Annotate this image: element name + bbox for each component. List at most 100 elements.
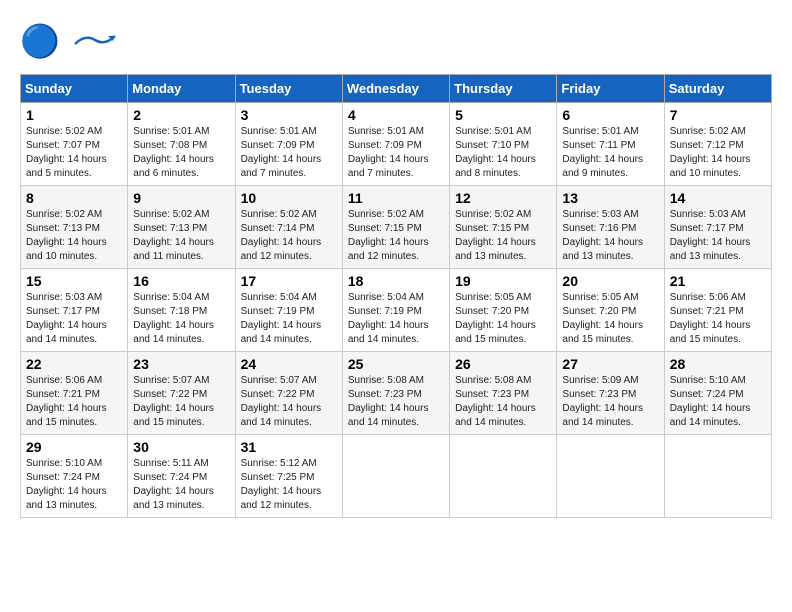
day-info: Sunrise: 5:01 AMSunset: 7:10 PMDaylight:…	[455, 125, 551, 181]
day-info: Sunrise: 5:06 AMSunset: 7:21 PMDaylight:…	[670, 291, 766, 347]
day-number: 29	[26, 439, 122, 455]
day-number: 19	[455, 273, 551, 289]
day-number: 30	[133, 439, 229, 455]
day-info: Sunrise: 5:05 AMSunset: 7:20 PMDaylight:…	[455, 291, 551, 347]
calendar-cell: 26Sunrise: 5:08 AMSunset: 7:23 PMDayligh…	[450, 352, 557, 435]
day-number: 11	[348, 190, 444, 206]
calendar-cell: 21 Sunrise: 5:06 AMSunset: 7:21 PMDayligh…	[664, 269, 771, 352]
day-info: Sunrise: 5:03 AMSunset: 7:17 PMDaylight:…	[670, 208, 766, 264]
calendar-cell: 17 Sunrise: 5:04 AMSunset: 7:19 PMDayligh…	[235, 269, 342, 352]
calendar-week-row: 15Sunrise: 5:03 AMSunset: 7:17 PMDayligh…	[21, 269, 772, 352]
day-number: 9	[133, 190, 229, 206]
page-container: 🔵 SundayMondayTuesdayWednesdayThursdayFr…	[20, 20, 772, 518]
day-number: 6	[562, 107, 658, 123]
day-number: 15	[26, 273, 122, 289]
calendar-week-row: 8 Sunrise: 5:02 AMSunset: 7:13 PMDaylight…	[21, 186, 772, 269]
day-number: 20	[562, 273, 658, 289]
day-number: 14	[670, 190, 766, 206]
calendar-cell: 9 Sunrise: 5:02 AMSunset: 7:13 PMDaylight…	[128, 186, 235, 269]
calendar-cell	[664, 435, 771, 518]
calendar-cell: 11 Sunrise: 5:02 AMSunset: 7:15 PMDayligh…	[342, 186, 449, 269]
day-number: 16	[133, 273, 229, 289]
day-info: Sunrise: 5:02 AMSunset: 7:14 PMDaylight:…	[241, 208, 337, 264]
day-number: 13	[562, 190, 658, 206]
calendar-cell: 23Sunrise: 5:07 AMSunset: 7:22 PMDayligh…	[128, 352, 235, 435]
day-info: Sunrise: 5:12 AMSunset: 7:25 PMDaylight:…	[241, 457, 337, 513]
day-info: Sunrise: 5:07 AMSunset: 7:22 PMDaylight:…	[241, 374, 337, 430]
weekday-header-thursday: Thursday	[450, 75, 557, 103]
weekday-header-monday: Monday	[128, 75, 235, 103]
day-number: 1	[26, 107, 122, 123]
day-number: 28	[670, 356, 766, 372]
day-number: 21	[670, 273, 766, 289]
weekday-header-tuesday: Tuesday	[235, 75, 342, 103]
calendar-cell: 15Sunrise: 5:03 AMSunset: 7:17 PMDayligh…	[21, 269, 128, 352]
calendar-week-row: 1 Sunrise: 5:02 AMSunset: 7:07 PMDaylight…	[21, 103, 772, 186]
calendar-cell: 28Sunrise: 5:10 AMSunset: 7:24 PMDayligh…	[664, 352, 771, 435]
day-number: 5	[455, 107, 551, 123]
calendar-cell: 6 Sunrise: 5:01 AMSunset: 7:11 PMDaylight…	[557, 103, 664, 186]
day-number: 3	[241, 107, 337, 123]
day-info: Sunrise: 5:04 AMSunset: 7:18 PMDaylight:…	[133, 291, 229, 347]
weekday-header-wednesday: Wednesday	[342, 75, 449, 103]
day-number: 24	[241, 356, 337, 372]
day-number: 27	[562, 356, 658, 372]
calendar-cell: 5 Sunrise: 5:01 AMSunset: 7:10 PMDaylight…	[450, 103, 557, 186]
calendar-cell: 31 Sunrise: 5:12 AMSunset: 7:25 PMDayligh…	[235, 435, 342, 518]
calendar-cell: 27 Sunrise: 5:09 AMSunset: 7:23 PMDayligh…	[557, 352, 664, 435]
logo-icon: 🔵	[20, 20, 64, 64]
calendar-cell: 22 Sunrise: 5:06 AMSunset: 7:21 PMDayligh…	[21, 352, 128, 435]
weekday-header-friday: Friday	[557, 75, 664, 103]
calendar-cell: 12Sunrise: 5:02 AMSunset: 7:15 PMDayligh…	[450, 186, 557, 269]
day-info: Sunrise: 5:08 AMSunset: 7:23 PMDaylight:…	[348, 374, 444, 430]
day-info: Sunrise: 5:04 AMSunset: 7:19 PMDaylight:…	[241, 291, 337, 347]
calendar-cell: 4 Sunrise: 5:01 AMSunset: 7:09 PMDaylight…	[342, 103, 449, 186]
day-info: Sunrise: 5:02 AMSunset: 7:13 PMDaylight:…	[26, 208, 122, 264]
calendar-cell: 19 Sunrise: 5:05 AMSunset: 7:20 PMDayligh…	[450, 269, 557, 352]
day-number: 10	[241, 190, 337, 206]
weekday-header-row: SundayMondayTuesdayWednesdayThursdayFrid…	[21, 75, 772, 103]
day-number: 2	[133, 107, 229, 123]
calendar-week-row: 22 Sunrise: 5:06 AMSunset: 7:21 PMDayligh…	[21, 352, 772, 435]
day-number: 25	[348, 356, 444, 372]
day-info: Sunrise: 5:11 AMSunset: 7:24 PMDaylight:…	[133, 457, 229, 513]
day-info: Sunrise: 5:06 AMSunset: 7:21 PMDaylight:…	[26, 374, 122, 430]
calendar-cell: 2 Sunrise: 5:01 AMSunset: 7:08 PMDaylight…	[128, 103, 235, 186]
day-number: 4	[348, 107, 444, 123]
day-number: 7	[670, 107, 766, 123]
day-info: Sunrise: 5:01 AMSunset: 7:11 PMDaylight:…	[562, 125, 658, 181]
logo-bird-icon	[70, 32, 120, 48]
weekday-header-sunday: Sunday	[21, 75, 128, 103]
day-info: Sunrise: 5:01 AMSunset: 7:09 PMDaylight:…	[241, 125, 337, 181]
day-info: Sunrise: 5:10 AMSunset: 7:24 PMDaylight:…	[26, 457, 122, 513]
calendar-cell: 7 Sunrise: 5:02 AMSunset: 7:12 PMDaylight…	[664, 103, 771, 186]
day-info: Sunrise: 5:03 AMSunset: 7:16 PMDaylight:…	[562, 208, 658, 264]
calendar-cell: 14 Sunrise: 5:03 AMSunset: 7:17 PMDayligh…	[664, 186, 771, 269]
day-number: 31	[241, 439, 337, 455]
calendar-table: SundayMondayTuesdayWednesdayThursdayFrid…	[20, 74, 772, 518]
day-number: 22	[26, 356, 122, 372]
calendar-cell: 29 Sunrise: 5:10 AMSunset: 7:24 PMDayligh…	[21, 435, 128, 518]
calendar-cell: 24 Sunrise: 5:07 AMSunset: 7:22 PMDayligh…	[235, 352, 342, 435]
day-info: Sunrise: 5:01 AMSunset: 7:09 PMDaylight:…	[348, 125, 444, 181]
day-info: Sunrise: 5:02 AMSunset: 7:07 PMDaylight:…	[26, 125, 122, 181]
day-info: Sunrise: 5:09 AMSunset: 7:23 PMDaylight:…	[562, 374, 658, 430]
calendar-cell: 8 Sunrise: 5:02 AMSunset: 7:13 PMDaylight…	[21, 186, 128, 269]
day-info: Sunrise: 5:02 AMSunset: 7:13 PMDaylight:…	[133, 208, 229, 264]
header: 🔵	[20, 20, 772, 64]
logo: 🔵	[20, 20, 120, 64]
day-info: Sunrise: 5:02 AMSunset: 7:15 PMDaylight:…	[348, 208, 444, 264]
calendar-cell: 13 Sunrise: 5:03 AMSunset: 7:16 PMDayligh…	[557, 186, 664, 269]
day-number: 18	[348, 273, 444, 289]
day-number: 8	[26, 190, 122, 206]
calendar-cell	[342, 435, 449, 518]
calendar-cell: 25 Sunrise: 5:08 AMSunset: 7:23 PMDayligh…	[342, 352, 449, 435]
calendar-cell	[557, 435, 664, 518]
calendar-week-row: 29 Sunrise: 5:10 AMSunset: 7:24 PMDayligh…	[21, 435, 772, 518]
day-info: Sunrise: 5:02 AMSunset: 7:12 PMDaylight:…	[670, 125, 766, 181]
day-info: Sunrise: 5:02 AMSunset: 7:15 PMDaylight:…	[455, 208, 551, 264]
day-number: 17	[241, 273, 337, 289]
calendar-cell: 16 Sunrise: 5:04 AMSunset: 7:18 PMDayligh…	[128, 269, 235, 352]
day-info: Sunrise: 5:01 AMSunset: 7:08 PMDaylight:…	[133, 125, 229, 181]
calendar-cell: 20Sunrise: 5:05 AMSunset: 7:20 PMDayligh…	[557, 269, 664, 352]
